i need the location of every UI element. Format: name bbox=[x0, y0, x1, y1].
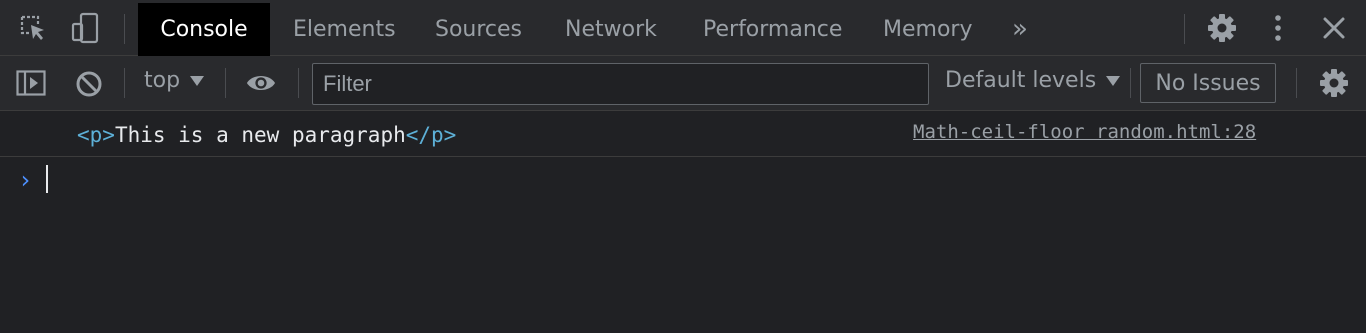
element-text: This is a new paragraph bbox=[114, 123, 406, 147]
tab-elements[interactable]: Elements bbox=[293, 3, 396, 56]
source-link[interactable]: Math-ceil-floor random.html:28 bbox=[913, 121, 1256, 143]
toolbar-divider bbox=[124, 68, 125, 98]
console-toolbar: top Default levels No Issues bbox=[0, 56, 1366, 111]
console-message-text[interactable]: <p>This is a new paragraph</p> bbox=[77, 123, 456, 147]
devtools-panel: Console Elements Sources Network Perform… bbox=[0, 0, 1366, 333]
close-icon[interactable] bbox=[1319, 13, 1349, 43]
console-settings-icon[interactable] bbox=[1319, 68, 1349, 98]
toolbar-divider bbox=[124, 14, 125, 44]
devtools-tabbar: Console Elements Sources Network Perform… bbox=[0, 0, 1366, 56]
toolbar-divider bbox=[1296, 68, 1297, 98]
toolbar-divider bbox=[225, 68, 226, 98]
log-levels-label: Default levels bbox=[945, 68, 1097, 93]
html-close-tag: </p> bbox=[405, 123, 457, 147]
toolbar-divider bbox=[1184, 14, 1185, 44]
tab-performance[interactable]: Performance bbox=[703, 3, 842, 56]
tab-network[interactable]: Network bbox=[565, 3, 657, 56]
console-input-caret[interactable] bbox=[46, 165, 48, 193]
settings-icon[interactable] bbox=[1207, 13, 1237, 43]
toolbar-divider bbox=[1130, 68, 1131, 98]
tab-sources[interactable]: Sources bbox=[435, 3, 522, 56]
log-levels-dropdown[interactable]: Default levels bbox=[945, 68, 1121, 93]
more-tabs-button[interactable]: » bbox=[1012, 14, 1028, 44]
device-toolbar-icon[interactable] bbox=[71, 12, 101, 44]
clear-console-icon[interactable] bbox=[74, 69, 104, 99]
chevron-down-icon bbox=[190, 75, 205, 86]
console-prompt-icon: › bbox=[18, 166, 33, 194]
html-open-tag: <p> bbox=[77, 123, 115, 147]
context-label: top bbox=[144, 68, 181, 93]
tab-memory[interactable]: Memory bbox=[883, 3, 972, 56]
issues-button[interactable]: No Issues bbox=[1140, 63, 1276, 103]
chevron-down-icon bbox=[1106, 75, 1121, 86]
sidebar-toggle-icon[interactable] bbox=[16, 68, 46, 98]
filter-input[interactable] bbox=[312, 63, 929, 105]
tab-console[interactable]: Console bbox=[138, 3, 270, 56]
more-options-icon[interactable] bbox=[1263, 13, 1293, 43]
context-selector[interactable]: top bbox=[144, 68, 205, 93]
eye-icon[interactable] bbox=[246, 68, 276, 98]
toolbar-divider bbox=[298, 68, 299, 98]
console-message: <p>This is a new paragraph</p> Math-ceil… bbox=[0, 111, 1366, 157]
inspect-element-icon[interactable] bbox=[18, 13, 48, 43]
